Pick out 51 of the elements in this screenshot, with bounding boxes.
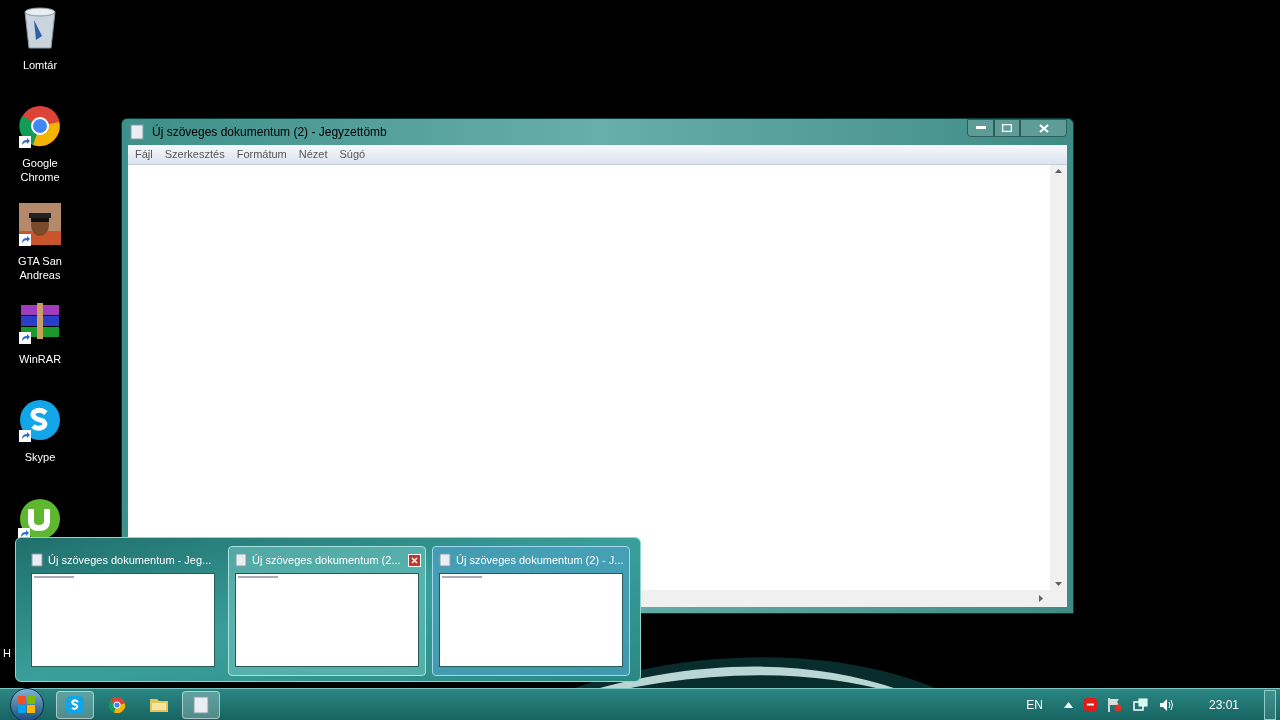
skype-icon (19, 399, 61, 441)
desktop-icon-label[interactable]: Lomtár (5, 58, 75, 72)
vertical-scrollbar[interactable] (1050, 165, 1067, 590)
show-desktop-button[interactable] (1264, 689, 1276, 720)
volume-icon[interactable] (1158, 697, 1174, 712)
scroll-up-icon[interactable] (1055, 169, 1062, 173)
minimize-icon (975, 126, 986, 130)
scroll-down-icon[interactable] (1055, 582, 1062, 586)
taskbar-button[interactable] (56, 690, 94, 719)
start-button[interactable] (10, 687, 44, 720)
menu-item[interactable]: Fájl (130, 146, 158, 163)
desktop-icon-label[interactable]: GTA San Andreas (5, 254, 75, 282)
folder-icon (150, 697, 168, 712)
menu-item[interactable]: Súgó (334, 146, 371, 163)
scroll-right-icon[interactable] (1039, 595, 1043, 602)
menu-item[interactable]: Szerkesztés (159, 146, 230, 163)
desktop-icon-label[interactable]: Google Chrome (5, 156, 75, 184)
close-button[interactable] (1020, 119, 1067, 137)
flag-icon[interactable] (1107, 697, 1122, 712)
windows-logo-icon (18, 695, 36, 714)
notepad-icon (130, 124, 144, 140)
taskbar-button[interactable] (182, 690, 220, 719)
window-title: Új szöveges dokumentum (2) - Jegyzettömb (152, 123, 387, 141)
notepad-icon (31, 553, 43, 567)
thumbnail-title: Új szöveges dokumentum (2) - J... (456, 552, 624, 568)
notepad-icon (439, 553, 451, 567)
menu-item[interactable]: Formátum (231, 146, 292, 163)
window-preview-drawing (34, 576, 74, 579)
desktop-icon-label[interactable]: WinRAR (5, 352, 75, 366)
chrome-icon (19, 105, 61, 147)
desktop-icon-label[interactable]: H (3, 645, 11, 662)
window-preview-drawing (238, 576, 278, 579)
notepad-icon (193, 695, 209, 714)
window-preview-drawing (442, 576, 482, 579)
skype-icon (66, 695, 84, 714)
notepad-icon (235, 553, 247, 567)
minimize-button[interactable] (967, 119, 994, 137)
desktop-icon-label[interactable]: Skype (5, 450, 75, 464)
close-icon (411, 556, 418, 564)
maximize-button[interactable] (994, 119, 1020, 137)
chrome-icon (109, 696, 125, 713)
maximize-icon (1002, 124, 1012, 132)
clock[interactable]: 23:01 (1208, 695, 1239, 714)
show-hidden-icons-icon[interactable] (1063, 701, 1073, 708)
menu-item[interactable]: Nézet (293, 146, 333, 163)
network-icon[interactable] (1132, 697, 1148, 712)
thumbnail-title: Új szöveges dokumentum (2... (252, 552, 401, 568)
language-indicator[interactable]: EN (1026, 695, 1043, 714)
thumbnail-title: Új szöveges dokumentum - Jeg... (48, 552, 212, 568)
close-icon (1038, 123, 1049, 133)
block-icon[interactable] (1083, 698, 1097, 711)
